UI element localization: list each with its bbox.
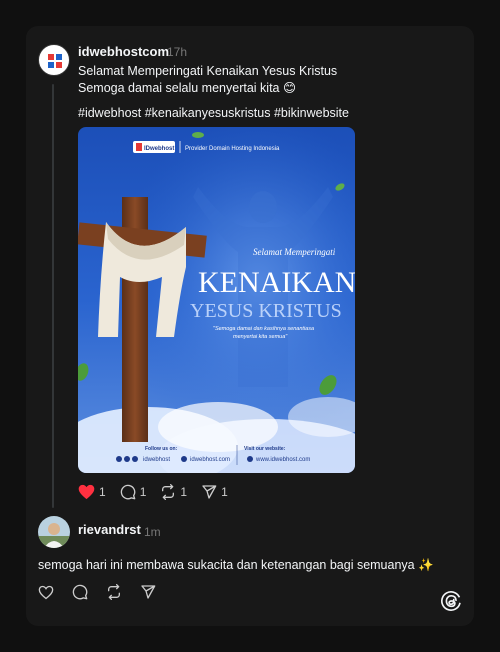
threads-logo-icon[interactable] [440,590,462,612]
comment-icon [120,484,136,500]
repost-icon [162,484,175,500]
image-quote-2: menyertai kita semua" [233,334,288,340]
reply-avatar[interactable] [38,516,70,548]
share-icon [202,485,217,499]
heart-icon [78,484,95,500]
comment-count: 1 [139,485,147,499]
image-social-handle: idwebhost [143,457,170,463]
repost-button[interactable]: 1 [160,484,187,500]
heart-outline-icon [38,585,54,599]
image-title-big: KENAIKAN [198,266,355,299]
image-title-sub: YESUS KRISTUS [190,300,342,322]
post-time: 17h [167,45,188,59]
reply-text: semoga hari ini membawa sukacita dan ket… [38,558,434,572]
share-count: 1 [221,485,228,499]
user-photo-icon [38,516,70,548]
image-tagline: Provider Domain Hosting Indonesia [185,146,280,152]
share-icon [141,585,156,599]
comment-button[interactable]: 1 [120,484,147,500]
image-visit-label: Visit our website: [244,446,286,452]
like-count: 1 [99,485,106,499]
image-handle2: idwebhost.com [190,457,230,463]
comment-icon [72,584,88,600]
image-overline: Selamat Memperingati [253,247,336,257]
like-button[interactable]: 1 [78,484,106,500]
reply-repost-button[interactable] [106,584,122,600]
image-logo-text: IDwebhost [144,146,174,152]
post-text-line2: Semoga damai selalu menyertai kita 😊 [78,81,296,95]
image-website: www.idwebhost.com [255,457,310,463]
thread-line [52,84,54,508]
share-button[interactable]: 1 [201,484,228,500]
post-username[interactable]: idwebhostcom [78,44,169,59]
reply-username[interactable]: rievandrst [78,522,141,537]
reply-comment-button[interactable] [72,584,88,600]
repost-count: 1 [180,485,188,499]
repost-icon [108,584,120,600]
post-hashtags[interactable]: #idwebhost #kenaikanyesuskristus #bikinw… [78,105,349,121]
image-follow-label: Follow us on: [145,446,178,452]
post-text-line1: Selamat Memperingati Kenaikan Yesus Kris… [78,64,338,78]
reply-actions [38,584,170,600]
post-image[interactable]: IDwebhost Provider Domain Hosting Indone… [78,127,355,473]
post-actions: 1 1 1 1 [78,484,242,500]
avatar[interactable] [38,44,70,76]
reply-like-button[interactable] [38,585,54,600]
reply-time: 1m [144,525,161,539]
reply-share-button[interactable] [140,584,156,600]
image-quote-1: "Semoga damai dan kasihnya senantiasa [213,326,314,332]
